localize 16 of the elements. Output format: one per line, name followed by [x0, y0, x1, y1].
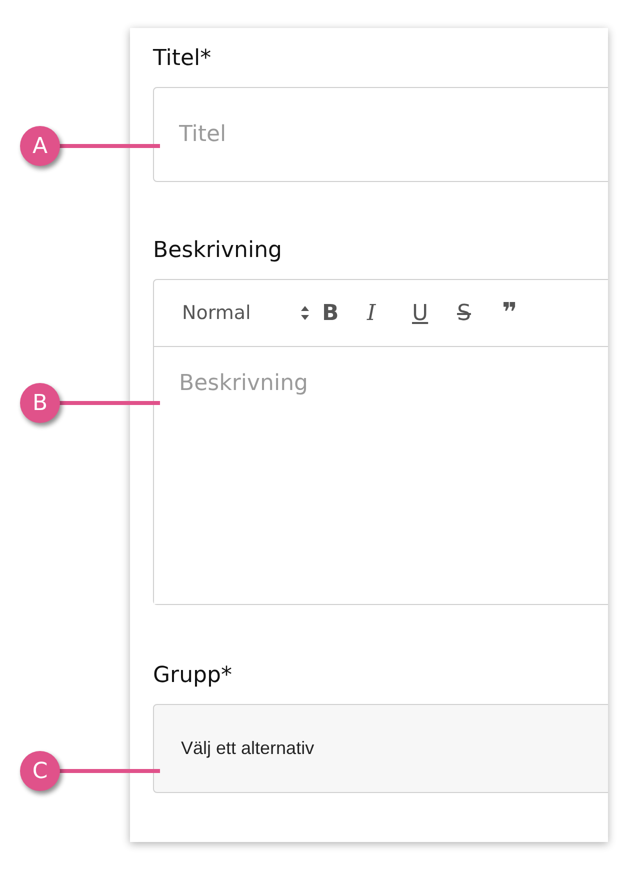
format-button[interactable]: B — [322, 300, 367, 326]
callout-badge: A — [20, 126, 60, 166]
field-label: Beskrivning — [153, 238, 283, 263]
field-label: Grupp* — [153, 663, 233, 688]
format-button[interactable]: S — [457, 300, 502, 326]
callout-badge: C — [20, 751, 60, 791]
group-select[interactable]: Välj ett alternativ — [153, 704, 608, 793]
field-label: Titel* — [153, 46, 212, 71]
format-button[interactable]: ❞ — [502, 298, 547, 328]
title-field[interactable]: Titel — [153, 87, 608, 182]
format-button[interactable]: U — [412, 300, 457, 326]
up-down-arrows-icon — [300, 305, 310, 321]
callout-badge: B — [20, 383, 60, 423]
format-button[interactable]: I — [367, 300, 412, 326]
rich-text-editor[interactable]: Normal B I U S ❞ Beskrivning — [153, 279, 608, 605]
format-dropdown[interactable]: Normal — [182, 302, 322, 324]
